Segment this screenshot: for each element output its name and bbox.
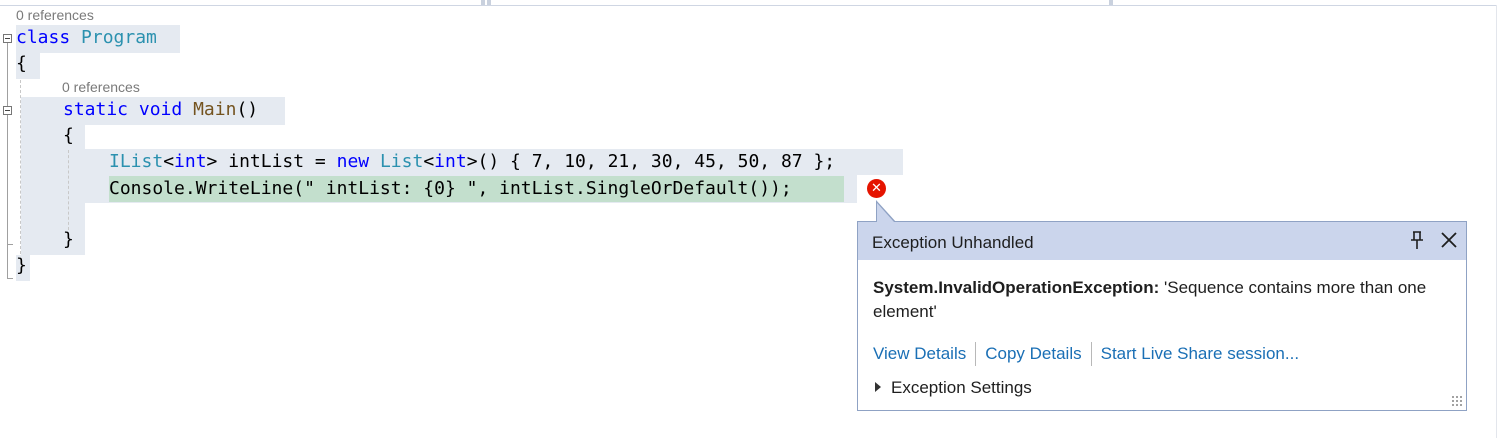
type-name: List [379,151,424,172]
expand-triangle-icon[interactable] [875,381,881,392]
code-text: = [304,151,337,172]
copy-details-link[interactable]: Copy Details [985,344,1081,363]
live-share-link[interactable]: Start Live Share session... [1101,344,1299,363]
code-line-method: static void Main() [63,97,258,123]
class-references-lens[interactable]: 0 references [16,7,94,23]
code-line-brace: } [16,255,27,276]
exception-actions: View Details Copy Details Start Live Share… [873,342,1299,366]
indent-guide [20,80,21,254]
code-text: > [206,151,218,172]
code-line-declaration: IList<int> intList = new List<int>() { 7… [109,149,835,175]
method-references-lens[interactable]: 0 references [62,79,140,95]
indent-guide [68,150,69,230]
code-line-brace: { [63,125,74,146]
code-line-class: class Program [16,25,157,51]
popup-header: Exception Unhandled [858,222,1466,260]
exception-settings-label: Exception Settings [891,378,1032,397]
line-highlight [21,203,85,227]
variable-name: intList [228,151,305,172]
code-line-brace: } [63,229,74,250]
class-name: Program [81,27,157,48]
exception-type: System.InvalidOperationException: [873,278,1160,297]
keyword: int [174,151,207,172]
error-circle-icon[interactable]: ✕ [867,179,886,198]
link-separator [975,342,977,366]
keyword: new [336,151,370,172]
outline-line-end [7,278,13,279]
line-highlight [21,125,85,149]
collapse-class-icon[interactable] [3,34,12,43]
popup-title: Exception Unhandled [872,233,1034,252]
code-text: () [236,99,259,120]
link-separator [1090,342,1092,366]
exception-settings-expander[interactable]: Exception Settings [875,376,1032,400]
pin-icon[interactable] [1409,230,1425,250]
collapse-method-icon[interactable] [3,106,12,115]
keyword: class [16,27,71,48]
line-highlight [21,227,85,255]
code-line-current-statement: Console.WriteLine(" intList: {0} ", intL… [109,178,792,199]
code-line-brace: { [16,53,27,74]
code-text: < [163,151,175,172]
resize-grip-icon[interactable] [1451,395,1463,407]
type-name: IList [109,151,164,172]
close-icon[interactable] [1439,230,1459,250]
code-text: < [423,151,435,172]
keyword: static [63,99,129,120]
keyword: void [138,99,183,120]
outline-line [7,43,8,278]
code-text: >() { 7, 10, 21, 30, 45, 50, 87 }; [466,151,836,172]
method-name: Main [193,99,237,120]
keyword: int [434,151,467,172]
view-details-link[interactable]: View Details [873,344,966,363]
exception-helper-popup: Exception Unhandled System.InvalidOperat… [857,221,1467,411]
outline-line-end [7,244,13,245]
popup-callout-fill [877,203,894,222]
exception-message: System.InvalidOperationException: 'Seque… [873,276,1433,324]
